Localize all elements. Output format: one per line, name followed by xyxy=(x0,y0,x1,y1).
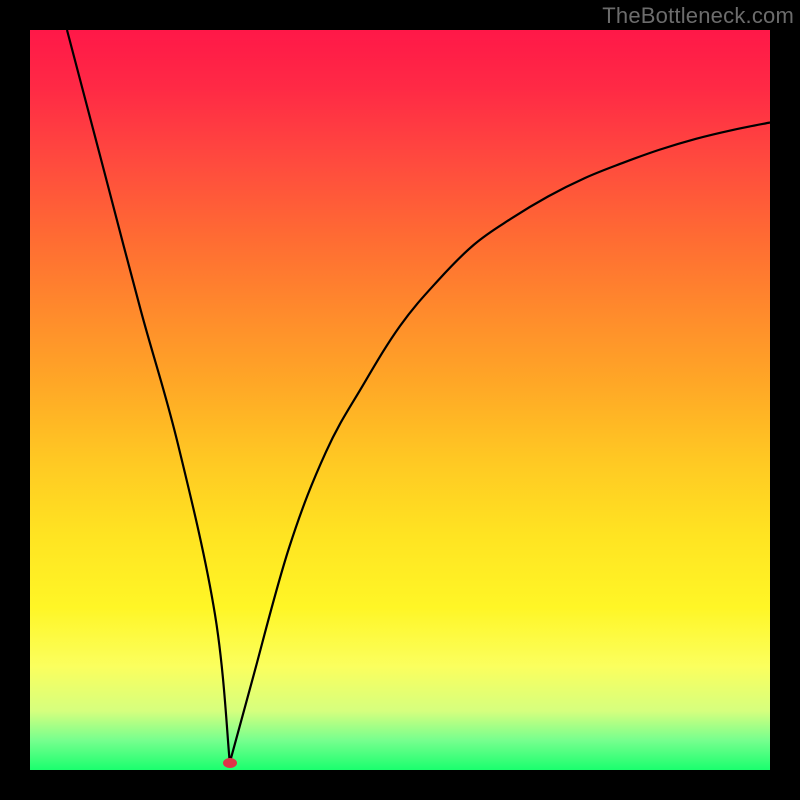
chart-stage: TheBottleneck.com xyxy=(0,0,800,800)
watermark-label: TheBottleneck.com xyxy=(602,3,794,29)
minimum-marker xyxy=(223,758,237,768)
curve-layer xyxy=(30,30,770,770)
bottleneck-curve xyxy=(67,30,770,763)
plot-area xyxy=(30,30,770,770)
